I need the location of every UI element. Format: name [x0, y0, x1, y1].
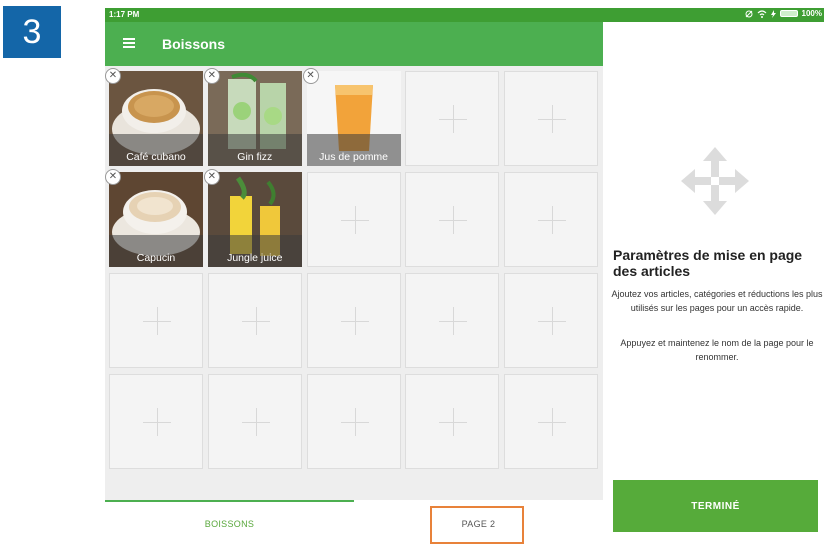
menu-icon[interactable] — [123, 38, 135, 48]
add-icon-v — [552, 307, 554, 335]
add-icon-v — [354, 206, 356, 234]
no-signal-icon — [745, 10, 753, 17]
move-icon — [681, 147, 749, 215]
status-bar: 1:17 PM 100% — [105, 8, 824, 22]
step-number-badge: 3 — [3, 6, 61, 58]
item-name: Jus de pomme — [306, 134, 401, 166]
status-icons: 100% — [745, 9, 822, 18]
add-icon-v — [453, 105, 455, 133]
add-icon-v — [354, 307, 356, 335]
page-title: Boissons — [162, 36, 226, 52]
callout-highlight — [430, 506, 524, 544]
empty-tile-add[interactable] — [207, 273, 302, 368]
wifi-icon — [757, 9, 766, 18]
battery-level: 100% — [801, 9, 822, 18]
empty-tile-add[interactable] — [306, 273, 401, 368]
empty-tile-add[interactable] — [504, 172, 599, 267]
item-name: Capucin — [109, 235, 203, 267]
done-button[interactable]: TERMINÉ — [613, 480, 818, 532]
add-icon-v — [552, 206, 554, 234]
empty-tile-add[interactable] — [504, 374, 599, 469]
remove-item-close-icon[interactable]: ✕ — [105, 169, 121, 185]
battery-icon — [779, 10, 798, 17]
app-bar: Boissons — [105, 22, 603, 66]
layout-editor: Boissons Café cubano ✕ Gin fizz ✕ Jus de pom… — [105, 22, 603, 548]
remove-item-close-icon[interactable]: ✕ — [203, 68, 220, 84]
panel-rename-hint: Appuyez et maintenez le nom de la page p… — [620, 338, 814, 362]
empty-tile-add[interactable] — [504, 71, 599, 166]
charging-icon — [770, 9, 776, 18]
add-icon-v — [453, 307, 455, 335]
add-icon-v — [157, 307, 158, 335]
empty-tile-add[interactable] — [306, 172, 401, 267]
status-time: 1:17 PM — [109, 10, 140, 19]
panel-description: Ajoutez vos articles, catégories et rédu… — [611, 289, 823, 313]
item-tile[interactable]: Jus de pomme — [306, 71, 401, 166]
item-tile[interactable]: Gin fizz — [207, 71, 302, 166]
empty-tile-add[interactable] — [405, 273, 500, 368]
add-icon-v — [255, 307, 257, 335]
empty-tile-add[interactable] — [109, 374, 203, 469]
tab-boissons[interactable]: BOISSONS — [105, 500, 354, 548]
item-tile[interactable]: Jungle juice — [207, 172, 302, 267]
add-icon-v — [354, 408, 356, 436]
add-icon-v — [453, 206, 455, 234]
tablet-screen: 1:17 PM 100% Boissons Café cubano ✕ Gin fi… — [105, 8, 824, 548]
empty-tile-add[interactable] — [405, 71, 500, 166]
empty-tile-add[interactable] — [504, 273, 599, 368]
empty-tile-add[interactable] — [405, 374, 500, 469]
remove-item-close-icon[interactable]: ✕ — [302, 68, 319, 84]
empty-tile-add[interactable] — [306, 374, 401, 469]
add-icon-v — [552, 105, 554, 133]
empty-tile-add[interactable] — [207, 374, 302, 469]
remove-item-close-icon[interactable]: ✕ — [203, 169, 220, 185]
add-icon-v — [157, 408, 158, 436]
item-tile[interactable]: Café cubano — [109, 71, 203, 166]
item-name: Café cubano — [109, 134, 203, 166]
add-icon-v — [552, 408, 554, 436]
empty-tile-add[interactable] — [405, 172, 500, 267]
page-tabs: BOISSONS PAGE 2 — [105, 500, 603, 548]
help-panel: Paramètres de mise en page des articles … — [603, 22, 824, 534]
panel-title: Paramètres de mise en page des articles — [613, 247, 803, 279]
add-icon-v — [453, 408, 455, 436]
empty-tile-add[interactable] — [109, 273, 203, 368]
add-icon-v — [255, 408, 257, 436]
remove-item-close-icon[interactable]: ✕ — [105, 68, 121, 84]
item-name: Jungle juice — [207, 235, 302, 267]
item-tile[interactable]: Capucin — [109, 172, 203, 267]
item-name: Gin fizz — [207, 134, 302, 166]
